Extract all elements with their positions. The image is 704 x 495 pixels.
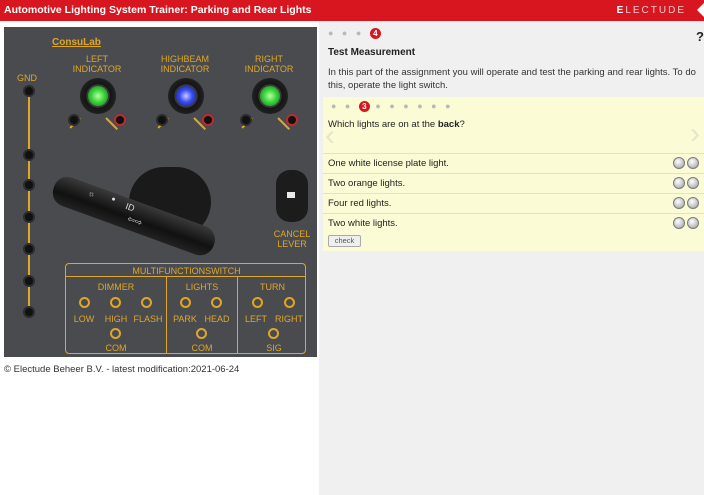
answer-row[interactable]: Four red lights.: [323, 193, 704, 212]
park-label: PARK: [173, 314, 197, 324]
cancel-lever-label: CANCEL LEVER: [273, 229, 311, 249]
answer-row[interactable]: One white license plate light.: [323, 153, 704, 172]
right-indicator-label: RIGHT INDICATOR: [244, 54, 294, 74]
lights-head-terminal[interactable]: [211, 297, 222, 308]
mfs-title: MULTIFUNCTIONSWITCH: [132, 266, 241, 276]
section-text: In this part of the assignment you will …: [328, 67, 696, 91]
dimmer-low-terminal[interactable]: [79, 297, 90, 308]
left-label: LEFT: [244, 314, 267, 324]
com-label-dimmer: COM: [105, 343, 127, 353]
section-title: Test Measurement: [328, 47, 416, 58]
gnd-terminal-6[interactable]: [23, 275, 35, 287]
multifunction-switch-box: MULTIFUNCTIONSWITCH DIMMER LIGHTS TURN L…: [65, 263, 306, 354]
left-indicator-label: LEFT INDICATOR: [72, 54, 122, 74]
consulab-logo: ConsuLab: [52, 37, 101, 48]
answer-yes-radio[interactable]: [673, 157, 685, 169]
question-active-marker[interactable]: 3: [358, 101, 370, 113]
left-indicator-terminal-black[interactable]: [68, 114, 80, 126]
dimmer-label: DIMMER: [97, 282, 135, 292]
gnd-terminal-5[interactable]: [23, 243, 35, 255]
step-active-marker[interactable]: 4: [369, 28, 381, 40]
flash-label: FLASH: [133, 314, 163, 324]
app-title: Automotive Lighting System Trainer: Park…: [4, 4, 312, 16]
gnd-terminal-1[interactable]: [23, 85, 35, 97]
highbeam-indicator-label: HIGHBEAM INDICATOR: [160, 54, 210, 74]
trainer-panel: ConsuLab GND LEFT INDICATOR HIGHBEAM INDIC…: [4, 27, 317, 357]
dimmer-com-terminal[interactable]: [110, 328, 121, 339]
lights-label: LIGHTS: [185, 282, 219, 292]
left-indicator-terminal-red[interactable]: [114, 114, 126, 126]
low-label: LOW: [73, 314, 95, 324]
com-label-lights: COM: [191, 343, 213, 353]
answer-no-radio[interactable]: [687, 197, 699, 209]
help-button[interactable]: ?: [696, 29, 704, 44]
highbeam-indicator-lamp: [168, 78, 204, 114]
parking-light-symbol-icon: ☼: [86, 188, 97, 200]
dimmer-position-icon: ●: [110, 195, 117, 204]
dimmer-high-terminal[interactable]: [110, 297, 121, 308]
answer-no-radio[interactable]: [687, 157, 699, 169]
gnd-label: GND: [17, 73, 37, 83]
gnd-terminal-7[interactable]: [23, 306, 35, 318]
answer-no-radio[interactable]: [687, 217, 699, 229]
right-indicator-terminal-black[interactable]: [240, 114, 252, 126]
turn-label: TURN: [260, 282, 285, 292]
answer-yes-radio[interactable]: [673, 217, 685, 229]
turn-left-terminal[interactable]: [252, 297, 263, 308]
right-label: RIGHT: [275, 314, 303, 324]
answer-row[interactable]: Two white lights.: [323, 213, 704, 232]
turn-sig-terminal[interactable]: [268, 328, 279, 339]
next-arrow-icon[interactable]: ›: [690, 117, 700, 151]
dimmer-flash-terminal[interactable]: [141, 297, 152, 308]
answer-row[interactable]: Two orange lights.: [323, 173, 704, 192]
assignment-panel: ● ● ● 4 ? Test Measurement In this part …: [319, 21, 704, 495]
answer-yes-radio[interactable]: [673, 177, 685, 189]
lights-com-terminal[interactable]: [196, 328, 207, 339]
headlight-symbol-icon: ID: [124, 201, 137, 214]
title-bar: Automotive Lighting System Trainer: Park…: [0, 0, 704, 21]
cancel-lever-button[interactable]: [276, 170, 308, 222]
step-indicator: ● ● ● 4: [328, 28, 381, 40]
right-indicator-terminal-red[interactable]: [286, 114, 298, 126]
blue-lamp-icon: [176, 86, 196, 106]
head-label: HEAD: [204, 314, 230, 324]
question-box: ● ● 3 ● ● ● ● ● ● ‹ › Which lights are o…: [323, 97, 704, 251]
highbeam-indicator-terminal-red[interactable]: [202, 114, 214, 126]
electude-logo: ELECTUDE: [616, 5, 686, 16]
highbeam-indicator-terminal-black[interactable]: [156, 114, 168, 126]
green-lamp-icon: [260, 86, 280, 106]
collapse-arrow-icon[interactable]: [697, 3, 704, 17]
gnd-terminal-3[interactable]: [23, 179, 35, 191]
green-lamp-icon: [88, 86, 108, 106]
check-button[interactable]: check: [328, 235, 361, 247]
question-text: Which lights are on at the back?: [328, 119, 465, 130]
question-progress: ● ● 3 ● ● ● ● ● ●: [331, 101, 454, 113]
turn-signal-arrows-icon: ⇦⇨: [126, 213, 144, 228]
sig-label: SIG: [266, 343, 282, 353]
answer-yes-radio[interactable]: [673, 197, 685, 209]
copyright-footer: © Electude Beheer B.V. - latest modifica…: [4, 364, 240, 375]
gnd-terminal-2[interactable]: [23, 149, 35, 161]
lights-park-terminal[interactable]: [180, 297, 191, 308]
right-indicator-lamp: [252, 78, 288, 114]
turn-right-terminal[interactable]: [284, 297, 295, 308]
high-label: HIGH: [104, 314, 128, 324]
gnd-terminal-4[interactable]: [23, 211, 35, 223]
left-indicator-lamp: [80, 78, 116, 114]
answer-no-radio[interactable]: [687, 177, 699, 189]
